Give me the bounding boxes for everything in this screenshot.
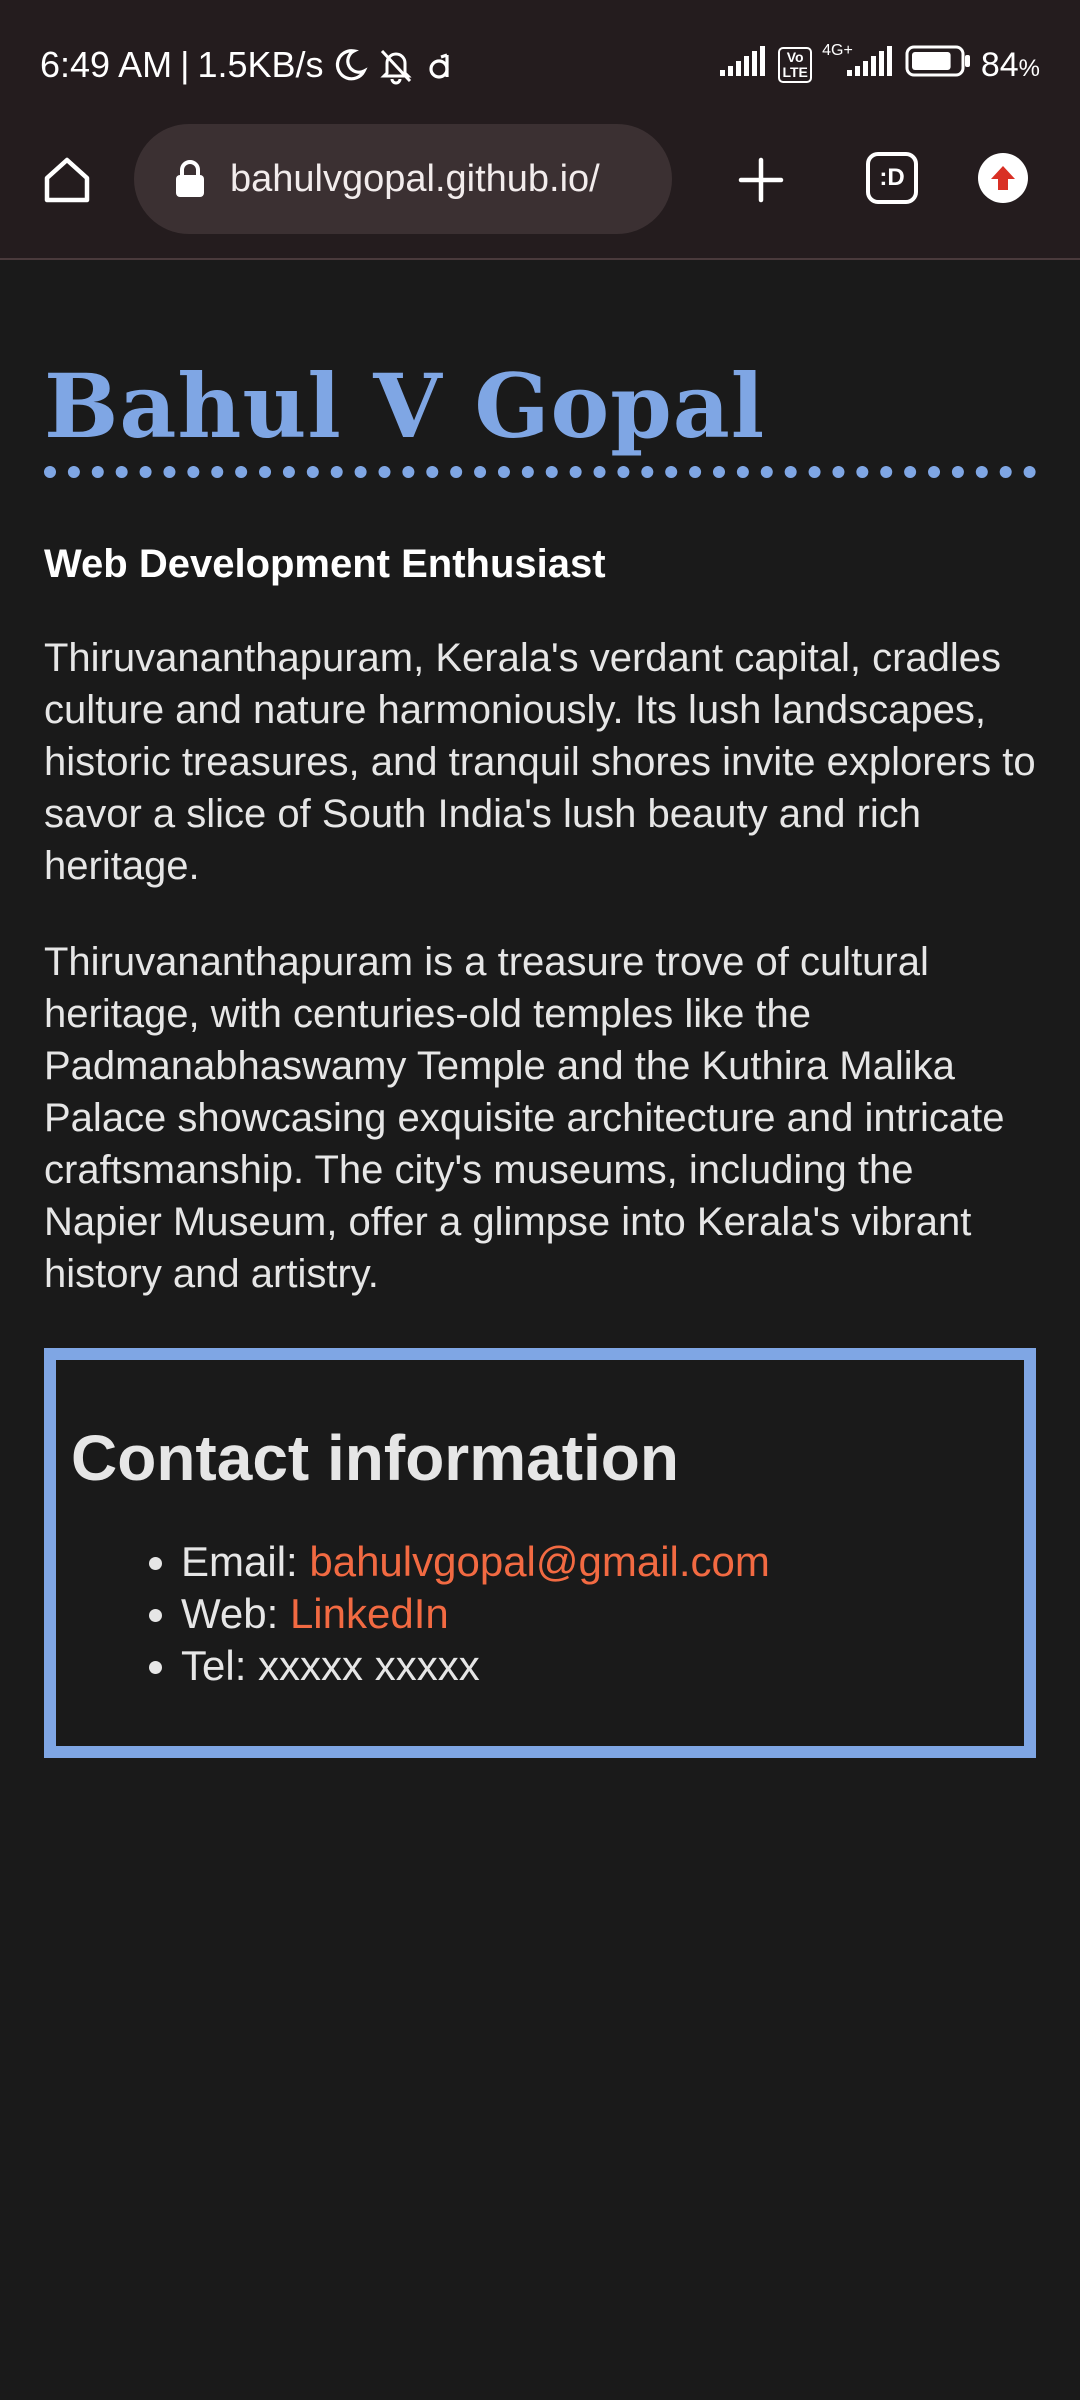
update-button[interactable]: [978, 153, 1028, 203]
contact-title: Contact information: [71, 1422, 679, 1494]
status-bar: 6:49 AM | 1.5KB/s Vo LTE 4G+ 84%: [0, 0, 1080, 124]
signal-icon: [720, 45, 768, 85]
update-icon: [991, 166, 1015, 190]
contact-box: Contact information Email: bahulvgopal@g…: [44, 1348, 1036, 1758]
browser-toolbar: bahulvgopal.github.io/ :D: [0, 124, 1080, 260]
contact-web-label: Web:: [181, 1590, 290, 1637]
email-link[interactable]: bahulvgopal@gmail.com: [309, 1538, 770, 1585]
contact-email-label: Email:: [181, 1538, 310, 1585]
contact-item-web: Web: LinkedIn: [181, 1588, 1024, 1640]
contact-item-tel: Tel: xxxxx xxxxx: [181, 1640, 1024, 1692]
home-icon: [44, 157, 90, 203]
moon-icon: [332, 47, 368, 83]
tabs-icon[interactable]: :D: [866, 152, 918, 204]
tabs-label: :D: [879, 164, 905, 191]
intro-paragraph: Thiruvananthapuram, Kerala's verdant cap…: [44, 636, 1036, 888]
contact-list: Email: bahulvgopal@gmail.com Web: Linked…: [71, 1536, 1024, 1692]
bell-off-icon: [376, 45, 416, 85]
lock-icon[interactable]: [170, 154, 210, 204]
contact-tel-label: Tel:: [181, 1642, 259, 1689]
status-time: 6:49 AM: [40, 44, 173, 85]
web-page: Bahul V Gopal Web Development Enthusiast…: [44, 258, 1036, 1758]
status-net-speed: 1.5KB/s: [197, 44, 324, 85]
contact-tel-value: xxxxx xxxxx: [258, 1642, 480, 1689]
contact-item-email: Email: bahulvgopal@gmail.com: [181, 1536, 1024, 1588]
net-type: 4G+: [822, 42, 853, 59]
d-app-icon: [424, 47, 458, 83]
plus-icon: [738, 157, 784, 203]
heritage-paragraph: Thiruvananthapuram is a treasure trove o…: [44, 940, 1005, 1296]
page-subtitle: Web Development Enthusiast: [44, 542, 606, 586]
page-title: Bahul V Gopal: [44, 356, 1036, 478]
home-button[interactable]: [36, 149, 98, 211]
battery-percent: 84%: [980, 45, 1040, 84]
status-separator: |: [180, 44, 190, 85]
battery-icon: [905, 45, 971, 86]
new-tab-button[interactable]: [730, 149, 792, 211]
signal-4g-icon: [846, 45, 895, 85]
status-right: Vo LTE 4G+ 84%: [720, 40, 1040, 90]
status-left: 6:49 AM | 1.5KB/s: [40, 40, 458, 90]
linkedin-link[interactable]: LinkedIn: [290, 1590, 449, 1637]
volte-icon: Vo LTE: [778, 47, 813, 83]
url-bar[interactable]: bahulvgopal.github.io/: [134, 124, 672, 234]
url-text[interactable]: bahulvgopal.github.io/: [230, 158, 600, 201]
